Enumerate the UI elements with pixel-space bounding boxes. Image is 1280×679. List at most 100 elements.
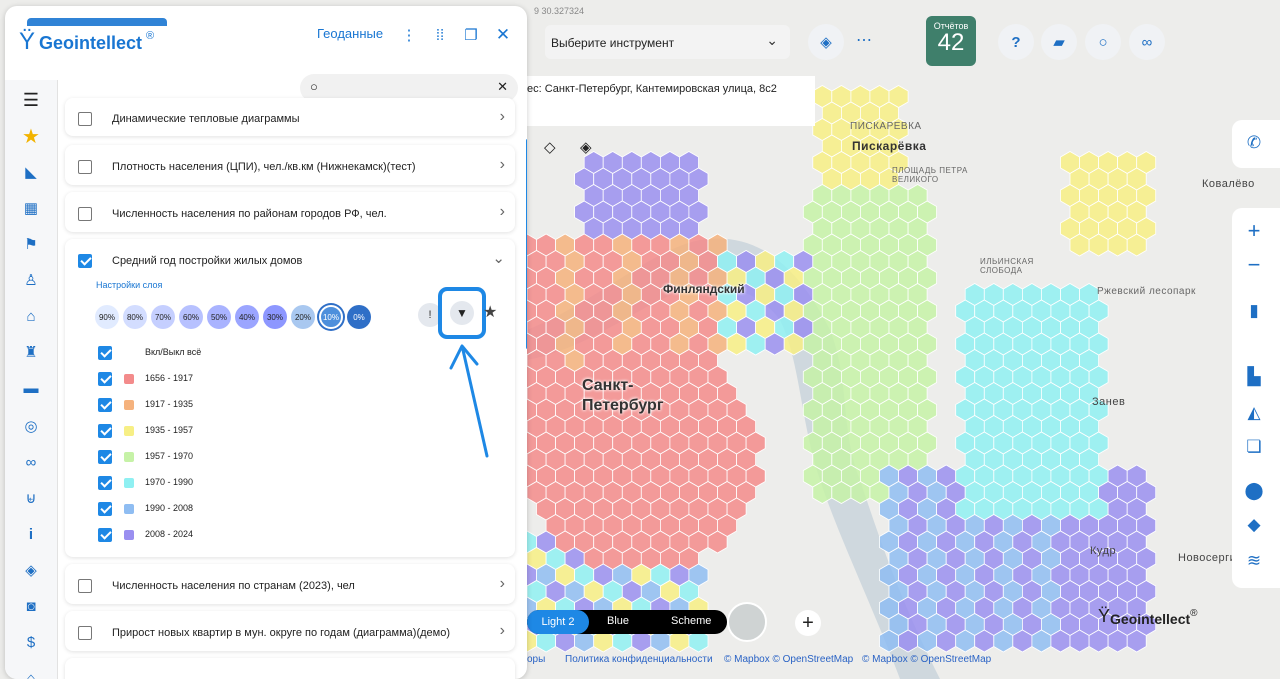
info-icon[interactable]: i [19, 522, 43, 546]
building-icon[interactable]: ▦ [19, 196, 43, 220]
opacity-option-70[interactable]: 70% [151, 305, 175, 329]
satellite-thumbnail[interactable] [727, 602, 767, 642]
chevron-right-icon[interactable]: › [500, 156, 505, 174]
star-icon[interactable]: ★ [19, 124, 43, 148]
footer-authors[interactable]: оры [527, 654, 545, 665]
worker-icon[interactable]: ♜ [19, 340, 43, 364]
link-button[interactable]: ∞ [1129, 24, 1165, 60]
runner-icon[interactable]: ⚑ [19, 232, 43, 256]
layer-checkbox[interactable] [78, 160, 92, 174]
phone-icon[interactable]: ✆ [1236, 126, 1272, 160]
map-chart-icon[interactable]: ◣ [19, 160, 43, 184]
close-icon[interactable]: ✕ [492, 24, 514, 46]
add-basemap-button[interactable]: + [795, 610, 821, 636]
search-map-button[interactable]: ○ [1085, 24, 1121, 60]
tool-select[interactable]: Выберите инструмент ⌄ [545, 25, 790, 59]
person-logo-icon: Ÿ [1098, 606, 1111, 626]
layer-checkbox-checked[interactable] [78, 254, 92, 268]
compare-icon[interactable]: ❏ [1236, 430, 1272, 464]
star-icon[interactable]: ★ [483, 302, 497, 322]
opacity-option-50[interactable]: 50% [207, 305, 231, 329]
dollar-icon[interactable]: $ [19, 630, 43, 654]
clear-search-icon[interactable]: ✕ [497, 79, 508, 95]
home-icon[interactable]: ⌂ [19, 666, 43, 679]
chevron-right-icon[interactable]: › [500, 622, 505, 640]
opacity-option-80[interactable]: 80% [123, 305, 147, 329]
opacity-option-40[interactable]: 40% [235, 305, 259, 329]
layer-checkbox[interactable] [78, 207, 92, 221]
folder-button[interactable]: ▰ [1041, 24, 1077, 60]
help-icon: ? [1011, 33, 1021, 51]
bank-icon[interactable]: ⌂ [19, 304, 43, 328]
legend-checkbox[interactable] [98, 476, 112, 490]
menu-icon[interactable]: ☰ [19, 88, 43, 112]
layer-card[interactable] [65, 658, 515, 679]
layer-checkbox[interactable] [78, 579, 92, 593]
help-button[interactable]: ? [998, 24, 1034, 60]
legend-checkbox[interactable] [98, 398, 112, 412]
opacity-option-10[interactable]: 10% [319, 305, 343, 329]
chevron-right-icon[interactable]: › [500, 108, 505, 126]
area-chart-icon[interactable]: ◭ [1236, 396, 1272, 430]
legend-checkbox[interactable] [98, 528, 112, 542]
cart-icon[interactable]: ⊌ [19, 486, 43, 510]
filter-icon[interactable]: ▼ [450, 301, 474, 325]
layer-card[interactable]: Прирост новых квартир в мун. округе по г… [65, 611, 515, 651]
more-icon[interactable]: ⋯ [856, 30, 872, 50]
layer-card[interactable]: Численность населения по районам городов… [65, 192, 515, 232]
basemap-option-light2[interactable]: Light 2 [527, 610, 589, 634]
layers-button[interactable]: ◈ [808, 24, 844, 60]
chevron-right-icon[interactable]: › [500, 575, 505, 593]
diamond-tool-icon[interactable]: ◇ [544, 138, 556, 156]
footer-mapbox[interactable]: © Mapbox © OpenStreetMap [724, 654, 853, 665]
diamond-add-tool-icon[interactable]: ◈ [580, 138, 592, 156]
layer-title: Плотность населения (ЦПИ), чел./кв.км (Н… [112, 161, 416, 173]
histogram-icon[interactable]: ▙ [1236, 360, 1272, 394]
geodata-link[interactable]: Геоданные [317, 26, 383, 41]
legend-checkbox[interactable] [98, 372, 112, 386]
layer-checkbox[interactable] [78, 626, 92, 640]
layer-card[interactable]: Численность населения по странам (2023),… [65, 564, 515, 604]
opacity-option-90[interactable]: 90% [95, 305, 119, 329]
camera-icon[interactable]: ◙ [19, 594, 43, 618]
legend-checkbox[interactable] [98, 424, 112, 438]
kebab-menu-icon[interactable]: ⋮ [398, 24, 420, 46]
window-icon[interactable]: ❐ [460, 24, 482, 46]
truck-icon[interactable]: ▬ [19, 376, 43, 400]
person-icon[interactable]: ♙ [19, 268, 43, 292]
opacity-option-20[interactable]: 20% [291, 305, 315, 329]
layer-checkbox[interactable] [78, 112, 92, 126]
eraser-icon[interactable]: ◆ [1236, 508, 1272, 542]
toggle-all-checkbox[interactable] [98, 346, 112, 360]
location-pin-icon[interactable]: ⬤ [1236, 474, 1272, 508]
layer-card[interactable]: Динамические тепловые диаграммы › [65, 98, 515, 136]
zoom-in-icon[interactable]: + [1236, 214, 1272, 248]
reports-badge[interactable]: Отчётов 42 [926, 16, 976, 66]
basemap-option-scheme[interactable]: Scheme [671, 615, 711, 627]
legend-checkbox[interactable] [98, 502, 112, 516]
map-label-piskarevka: ПИСКАРЕВКА [850, 121, 922, 132]
opacity-option-60[interactable]: 60% [179, 305, 203, 329]
footer-privacy-link[interactable]: Политика конфиденциальности [565, 654, 713, 665]
grid-icon[interactable]: ⁞⁞ [429, 24, 451, 46]
link-icon: ∞ [1141, 33, 1153, 51]
cube-icon[interactable]: ◈ [19, 558, 43, 582]
ofd-icon[interactable]: ◎ [19, 414, 43, 438]
footer-mapbox-2[interactable]: © Mapbox © OpenStreetMap [862, 654, 991, 665]
connect-icon[interactable]: ∞ [19, 450, 43, 474]
panel-scrollbar[interactable] [526, 139, 527, 349]
bar-chart-icon[interactable]: ▮ [1236, 294, 1272, 328]
zoom-out-icon[interactable]: − [1236, 248, 1272, 282]
map-label-piskarevka2: Пискарёвка [852, 139, 927, 153]
opacity-option-0[interactable]: 0% [347, 305, 371, 329]
layer-title: Прирост новых квартир в мун. округе по г… [112, 627, 450, 639]
map-label-novosergievka: Новосерги [1178, 552, 1237, 564]
legend-checkbox[interactable] [98, 450, 112, 464]
opacity-option-30[interactable]: 30% [263, 305, 287, 329]
basemap-option-blue[interactable]: Blue [607, 615, 629, 627]
layer-card[interactable]: Плотность населения (ЦПИ), чел./кв.км (Н… [65, 145, 515, 185]
legend-swatch [124, 530, 134, 540]
chevron-down-icon[interactable]: ⌄ [492, 249, 505, 267]
chevron-right-icon[interactable]: › [500, 203, 505, 221]
layers-stack-icon[interactable]: ≋ [1236, 544, 1272, 578]
